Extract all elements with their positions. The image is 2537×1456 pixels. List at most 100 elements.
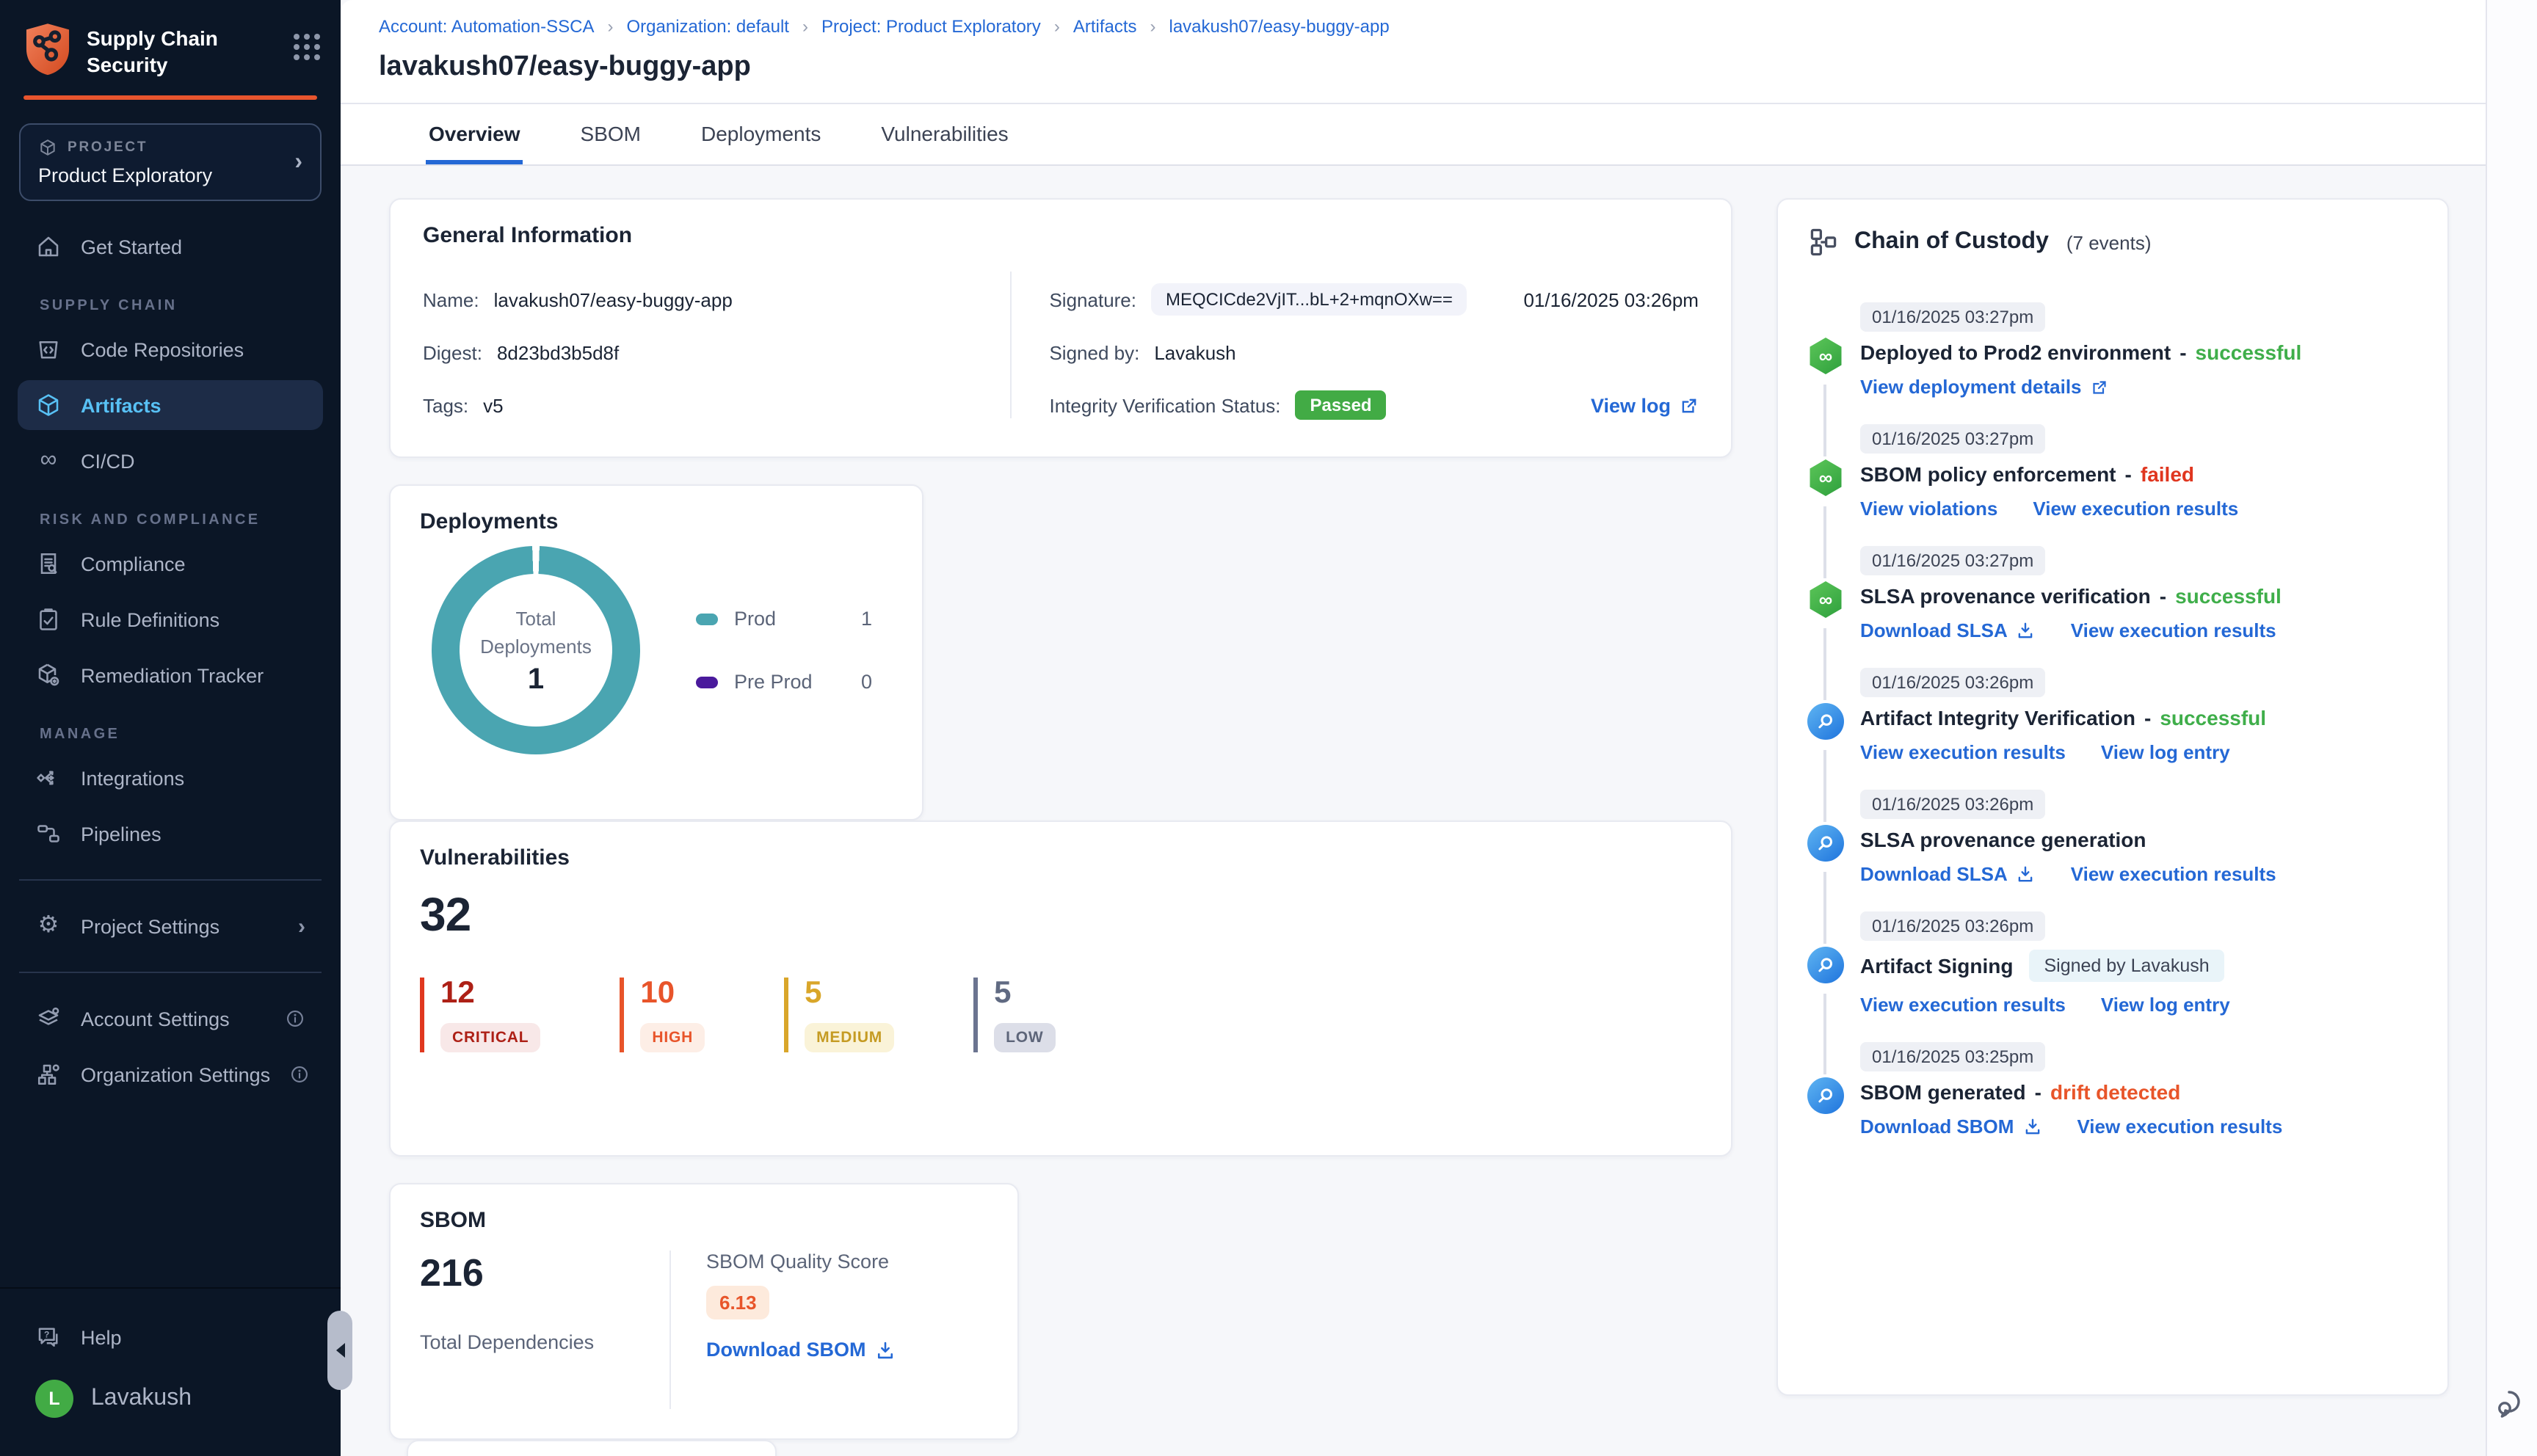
event-timestamp: 01/16/2025 03:26pm bbox=[1860, 790, 2046, 819]
sidebar-item-organization-settings[interactable]: Organization Settings bbox=[18, 1050, 323, 1100]
project-selector[interactable]: PROJECT Product Exploratory › bbox=[19, 123, 322, 202]
tab-vulnerabilities[interactable]: Vulnerabilities bbox=[878, 104, 1011, 164]
event-sbom-policy-enforcement: 01/16/2025 03:27pm ∞ SBOM policy enforce… bbox=[1807, 424, 2418, 578]
event-title: SLSA provenance verification bbox=[1860, 584, 2151, 608]
signed-by-label: Signed by: bbox=[1049, 341, 1140, 363]
integrations-icon bbox=[37, 771, 54, 786]
overview-row-3: SBOM 216 Total Dependencies SBOM Quality… bbox=[389, 1183, 1732, 1456]
view-execution-results-link[interactable]: View execution results bbox=[2033, 498, 2238, 520]
event-sbom-generated: 01/16/2025 03:25pm SBOM generated - drif… bbox=[1807, 1042, 2418, 1138]
divider bbox=[19, 879, 322, 881]
view-log-entry-link[interactable]: View log entry bbox=[2101, 994, 2230, 1016]
info-icon[interactable] bbox=[289, 1065, 310, 1085]
sidebar: Supply Chain Security PROJECT Product Ex… bbox=[0, 0, 352, 1456]
user-menu[interactable]: L Lavakush bbox=[18, 1368, 323, 1430]
overview-left-column: General Information Name: lavakush07/easy… bbox=[389, 198, 1732, 1456]
legend-item-prod: Prod 1 bbox=[696, 608, 872, 630]
pre-prod-swatch bbox=[696, 676, 718, 688]
sidebar-item-help[interactable]: ? Help bbox=[18, 1312, 323, 1362]
sidebar-item-integrations[interactable]: Integrations bbox=[18, 754, 323, 804]
tab-overview[interactable]: Overview bbox=[426, 104, 523, 164]
sidebar-item-account-settings[interactable]: Account Settings bbox=[18, 994, 323, 1044]
event-timestamp: 01/16/2025 03:27pm bbox=[1860, 302, 2046, 332]
sidebar-bottom: ? Help L Lavakush bbox=[0, 1287, 341, 1456]
medium-badge: MEDIUM bbox=[805, 1023, 895, 1052]
view-execution-results-link[interactable]: View execution results bbox=[1860, 994, 2066, 1016]
chain-events-count: (7 events) bbox=[2066, 231, 2152, 253]
event-timestamp: 01/16/2025 03:25pm bbox=[1860, 1042, 2046, 1071]
breadcrumb-artifacts[interactable]: Artifacts bbox=[1073, 16, 1137, 37]
sidebar-item-rule-definitions[interactable]: Rule Definitions bbox=[18, 595, 323, 645]
artifact-event-icon bbox=[1807, 1077, 1844, 1114]
tab-sbom[interactable]: SBOM bbox=[578, 104, 644, 164]
view-execution-results-link[interactable]: View execution results bbox=[2077, 1115, 2282, 1138]
critical-badge: CRITICAL bbox=[440, 1023, 541, 1052]
sidebar-item-cicd[interactable]: ∞ CI/CD bbox=[18, 437, 323, 487]
event-status: successful bbox=[2175, 584, 2282, 608]
module-switcher-icon[interactable] bbox=[294, 34, 320, 60]
event-artifact-integrity-verification: 01/16/2025 03:26pm Artifact Integrity Ve… bbox=[1807, 668, 2418, 822]
avatar: L bbox=[35, 1380, 73, 1418]
download-sbom-link[interactable]: Download SBOM bbox=[1860, 1115, 2041, 1138]
sbom-title: SBOM bbox=[420, 1208, 486, 1233]
donut-center-label: Total Deployments bbox=[480, 607, 592, 658]
supply-chain-security-logo-icon bbox=[26, 23, 70, 76]
download-slsa-link[interactable]: Download SLSA bbox=[1860, 863, 2036, 885]
total-dependencies-value: 216 bbox=[420, 1251, 484, 1295]
breadcrumb-separator: › bbox=[607, 16, 614, 37]
sidebar-item-remediation-tracker[interactable]: Remediation Tracker bbox=[18, 651, 323, 701]
view-execution-results-link[interactable]: View execution results bbox=[2071, 863, 2276, 885]
sidebar-collapse-handle[interactable] bbox=[327, 1311, 352, 1390]
chat-support-icon[interactable] bbox=[2494, 1386, 2530, 1421]
view-violations-link[interactable]: View violations bbox=[1860, 498, 1997, 520]
event-timestamp: 01/16/2025 03:26pm bbox=[1860, 911, 2046, 941]
project-label: PROJECT bbox=[38, 139, 294, 158]
sidebar-item-get-started[interactable]: Get Started bbox=[18, 222, 323, 272]
artifacts-cube-icon bbox=[38, 394, 59, 417]
signature-value[interactable]: MEQCICde2VjIT...bL+2+mqnOXw== bbox=[1151, 283, 1467, 316]
total-dependencies-label: Total Dependencies bbox=[420, 1331, 595, 1353]
severity-medium: 5 MEDIUM bbox=[784, 978, 895, 1052]
general-information-title: General Information bbox=[423, 223, 633, 248]
breadcrumb-separator: › bbox=[802, 16, 808, 37]
legend-item-pre-prod: Pre Prod 0 bbox=[696, 671, 872, 693]
sidebar-nav: Get Started SUPPLY CHAIN Code Repositori… bbox=[0, 211, 341, 1287]
view-log-link[interactable]: View log bbox=[1591, 394, 1699, 416]
view-execution-results-link[interactable]: View execution results bbox=[2071, 619, 2276, 641]
download-sbom-link[interactable]: Download SBOM bbox=[706, 1339, 896, 1361]
low-badge: LOW bbox=[994, 1023, 1056, 1052]
brand-underline bbox=[23, 95, 317, 101]
severity-critical: 12 CRITICAL bbox=[420, 978, 541, 1052]
general-info-right: Signature: MEQCICde2VjIT...bL+2+mqnOXw==… bbox=[1011, 263, 1699, 427]
sidebar-item-compliance[interactable]: Compliance bbox=[18, 539, 323, 589]
view-execution-results-link[interactable]: View execution results bbox=[1860, 741, 2066, 763]
event-slsa-provenance-generation: 01/16/2025 03:26pm SLSA provenance gener… bbox=[1807, 790, 2418, 944]
sidebar-item-project-settings[interactable]: ⚙ Project Settings › bbox=[18, 902, 323, 952]
event-deployed-prod2: 01/16/2025 03:27pm ∞ Deployed to Prod2 e… bbox=[1807, 302, 2418, 456]
chain-of-custody-timeline: 01/16/2025 03:27pm ∞ Deployed to Prod2 e… bbox=[1807, 302, 2418, 1138]
overview-row-2: Deployments Total Deployments 1 Prod 1 P… bbox=[389, 484, 1732, 1157]
sidebar-item-pipelines[interactable]: Pipelines bbox=[18, 809, 323, 859]
sidebar-item-artifacts[interactable]: Artifacts bbox=[18, 380, 323, 431]
external-link-icon bbox=[2092, 380, 2106, 393]
event-status: failed bbox=[2140, 462, 2195, 486]
view-deployment-details-link[interactable]: View deployment details bbox=[1860, 376, 2108, 398]
main-area: Account: Automation-SSCA › Organization:… bbox=[341, 0, 2486, 1456]
tab-deployments[interactable]: Deployments bbox=[698, 104, 824, 164]
project-name: Product Exploratory bbox=[38, 164, 213, 187]
view-log-entry-link[interactable]: View log entry bbox=[2101, 741, 2230, 763]
breadcrumb-project[interactable]: Project: Product Exploratory bbox=[821, 16, 1041, 37]
breadcrumb-organization[interactable]: Organization: default bbox=[627, 16, 790, 37]
breadcrumb-account[interactable]: Account: Automation-SSCA bbox=[379, 16, 595, 37]
download-slsa-link[interactable]: Download SLSA bbox=[1860, 619, 2036, 641]
artifact-event-icon bbox=[1807, 825, 1844, 862]
tab-bar: Overview SBOM Deployments Vulnerabilitie… bbox=[341, 104, 2486, 166]
home-icon bbox=[38, 237, 59, 258]
artifact-digest: 8d23bd3b5d8f bbox=[496, 341, 620, 363]
infinity-icon: ∞ bbox=[40, 448, 57, 473]
tags-label: Tags: bbox=[423, 394, 469, 416]
chain-of-custody-header: Chain of Custody (7 events) bbox=[1807, 226, 2418, 258]
info-icon[interactable] bbox=[285, 1009, 305, 1030]
sidebar-item-code-repositories[interactable]: Code Repositories bbox=[18, 325, 323, 375]
breadcrumb-current[interactable]: lavakush07/easy-buggy-app bbox=[1169, 16, 1390, 37]
